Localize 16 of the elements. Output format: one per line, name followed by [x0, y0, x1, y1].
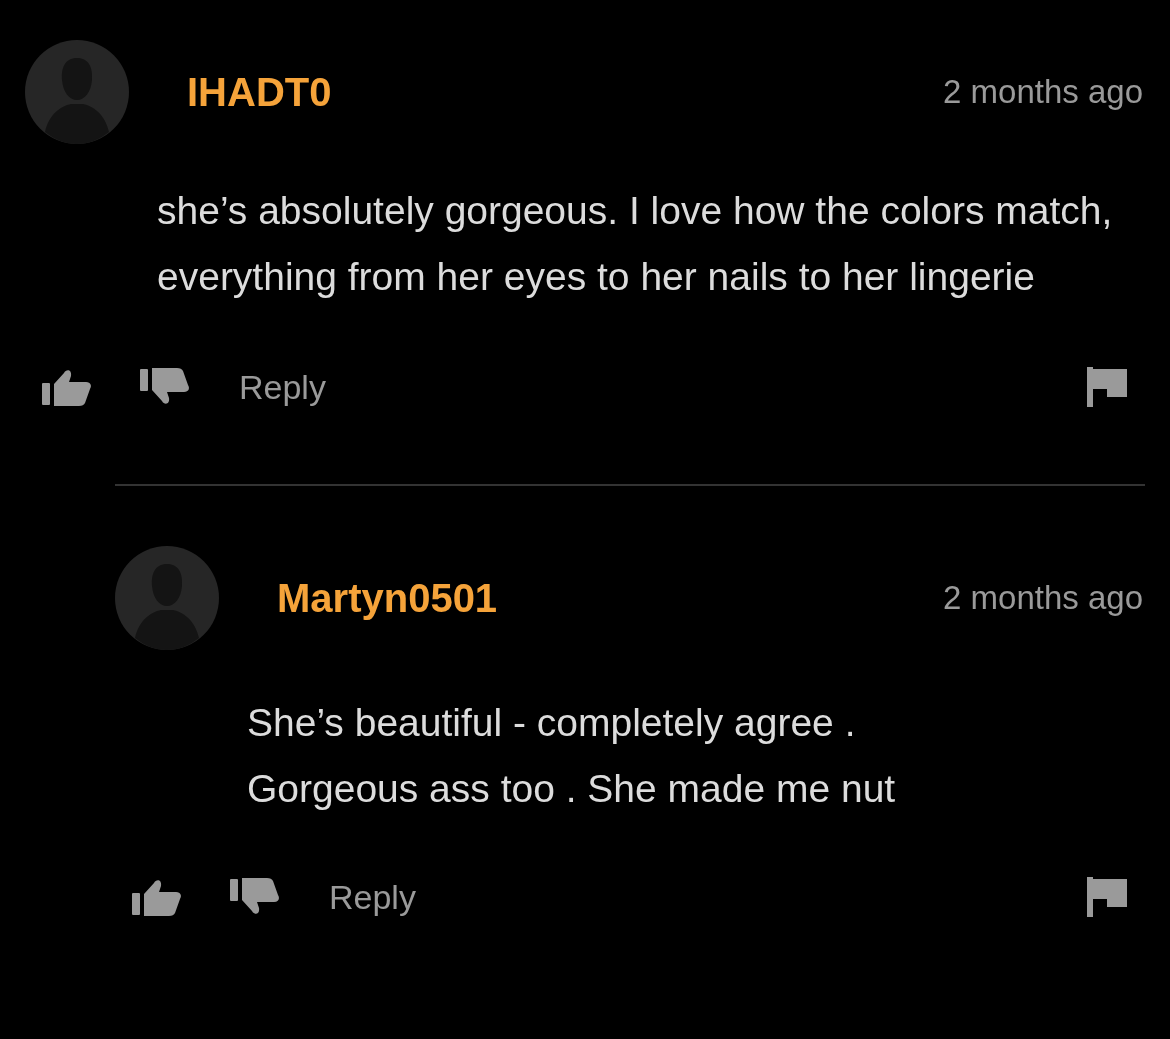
reply-button[interactable]: Reply — [329, 877, 416, 917]
avatar-icon — [115, 546, 219, 650]
comment-text: She’s beautiful - completely agree . Gorgeous ass too . She made me nut — [247, 700, 897, 812]
username[interactable]: IHADT0 — [187, 69, 332, 115]
thumbs-up-icon[interactable] — [42, 367, 92, 407]
avatar-icon — [25, 40, 129, 144]
timestamp: 2 months ago — [943, 579, 1143, 617]
timestamp: 2 months ago — [943, 73, 1143, 111]
flag-icon[interactable] — [1087, 367, 1127, 407]
flag-icon[interactable] — [1087, 877, 1127, 917]
thumbs-down-icon[interactable] — [140, 367, 190, 407]
username[interactable]: Martyn0501 — [277, 575, 498, 621]
thumbs-up-icon[interactable] — [132, 877, 182, 917]
comment-text: she’s absolutely gorgeous. I love how the colors match, everything from her eyes to her nails to her lingerie — [157, 188, 1114, 300]
thumbs-down-icon[interactable] — [230, 877, 280, 917]
reply-button[interactable]: Reply — [239, 367, 326, 407]
